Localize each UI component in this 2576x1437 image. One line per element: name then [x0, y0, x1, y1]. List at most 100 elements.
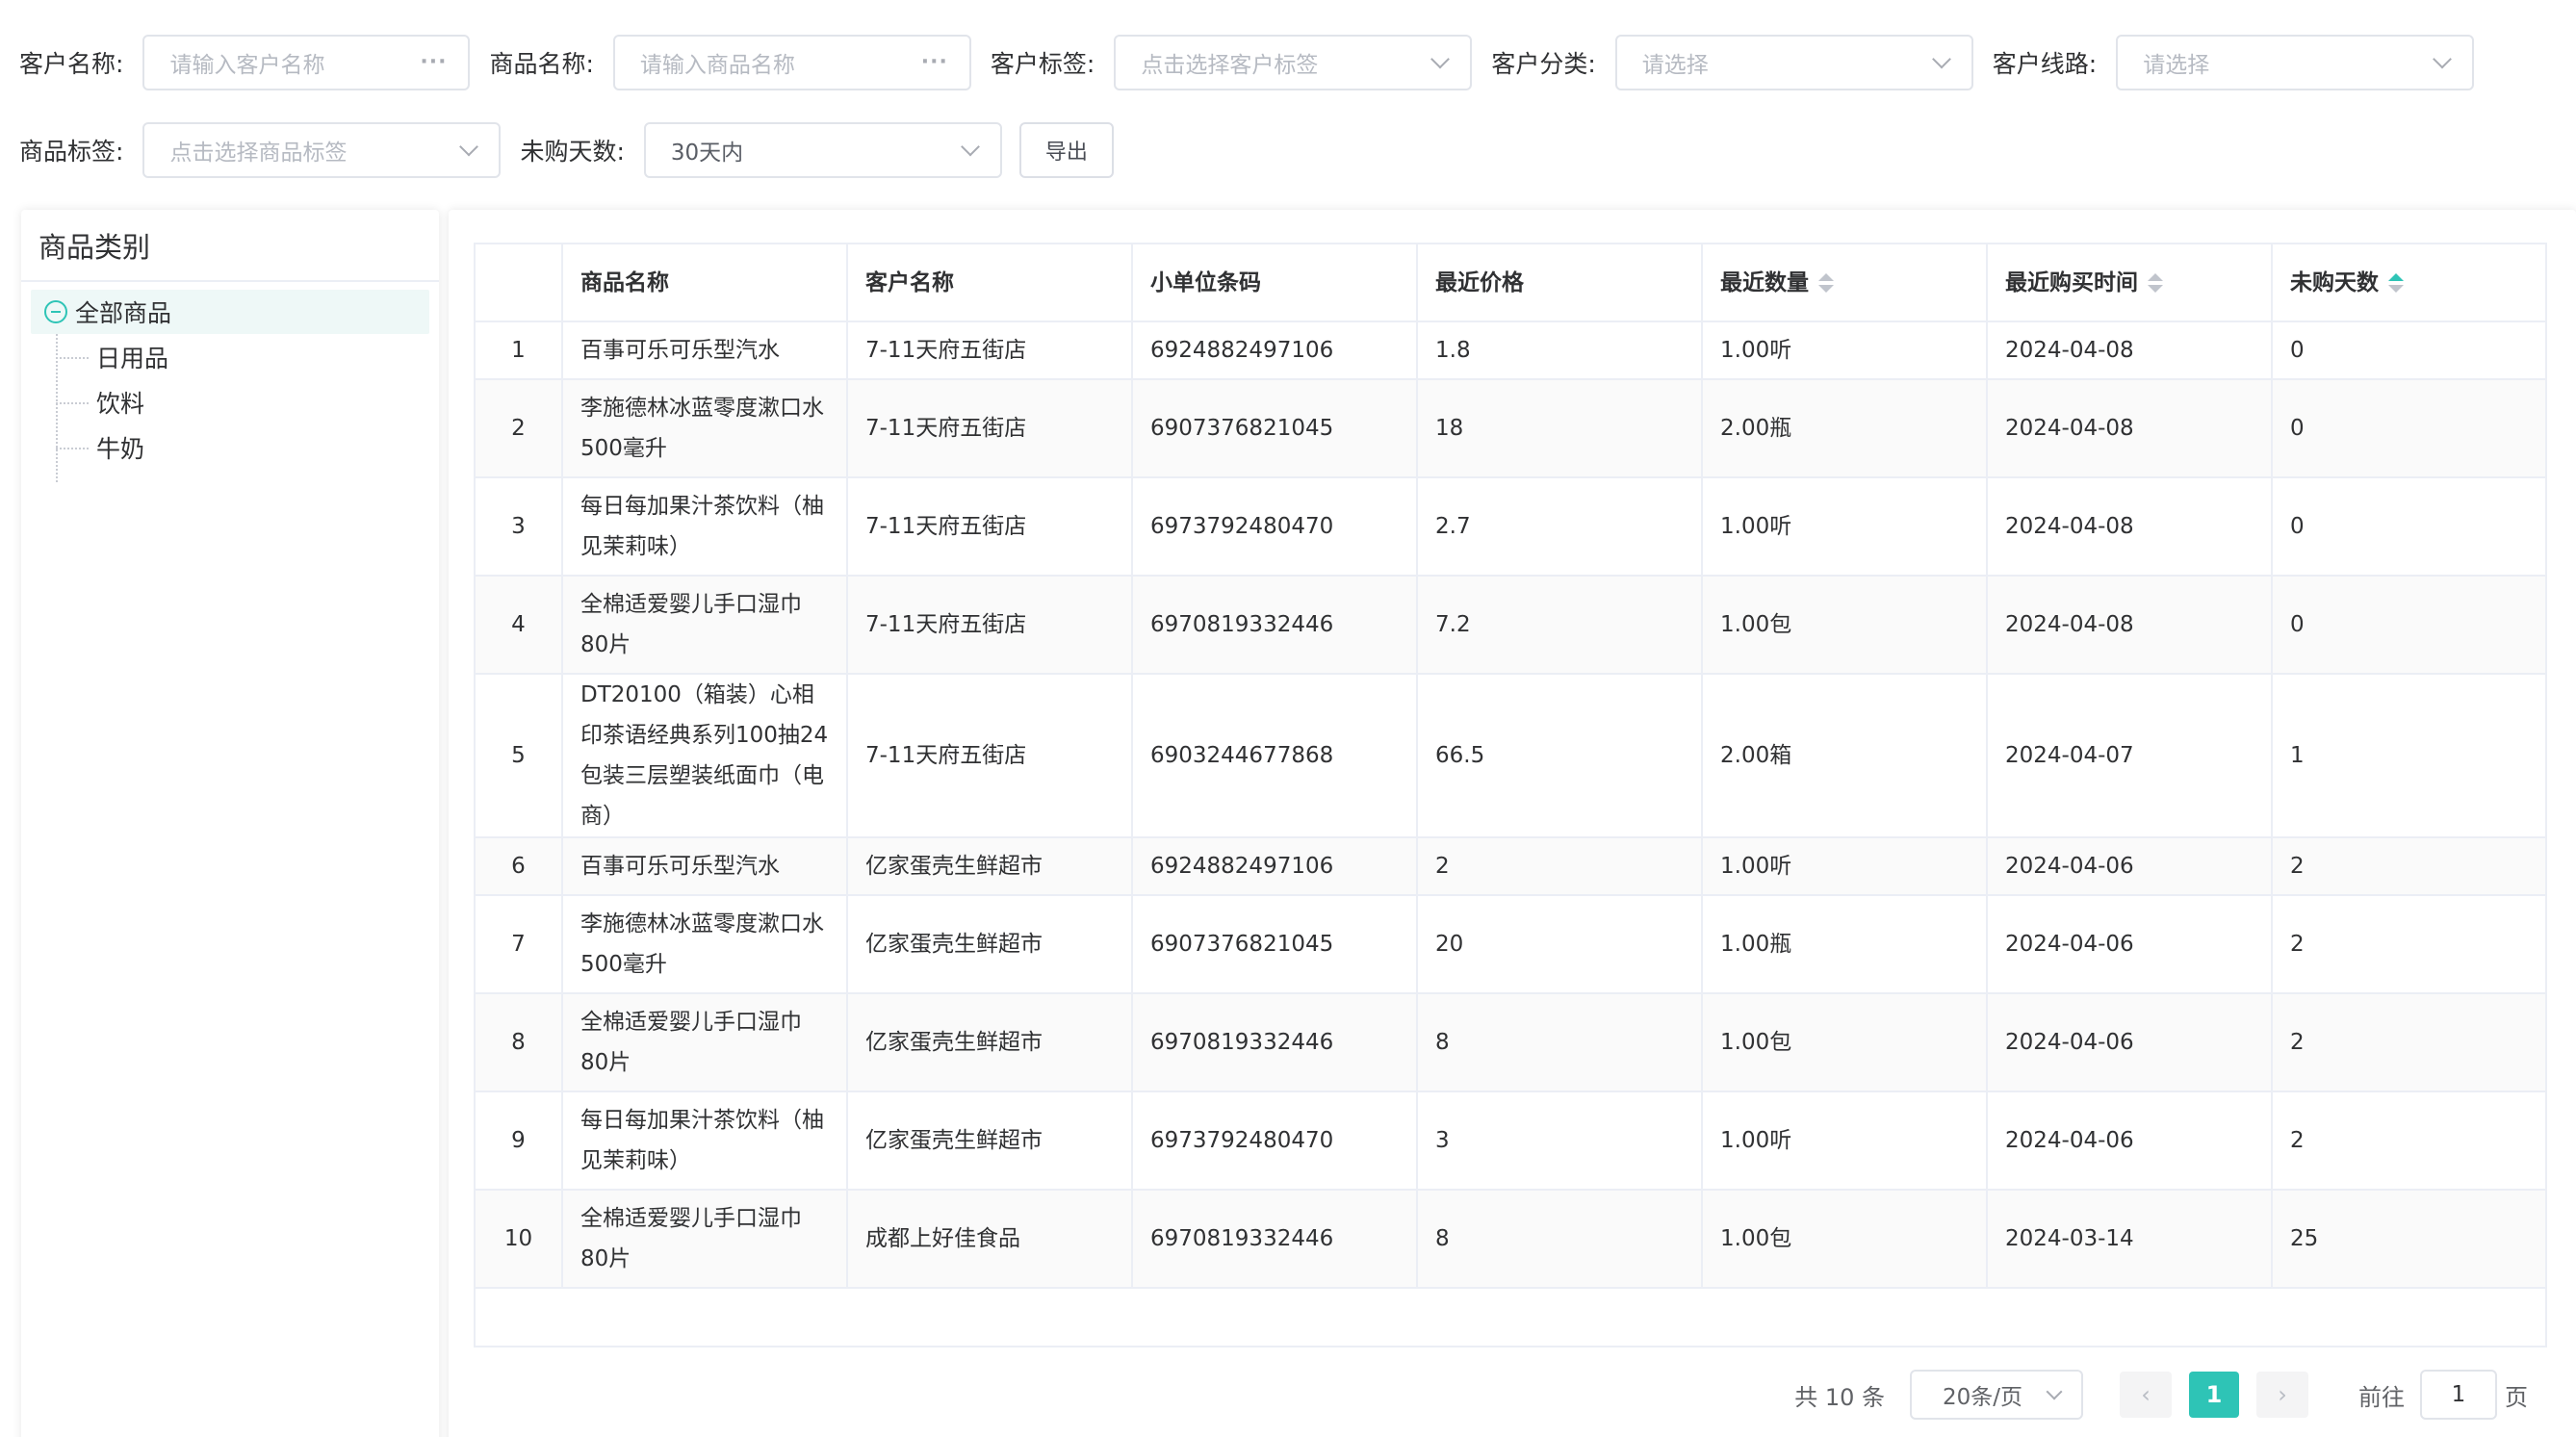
page-size-select[interactable]: 20条/页	[1910, 1370, 2083, 1420]
cell-barcode: 6907376821045	[1132, 895, 1418, 994]
cell-price: 2	[1417, 837, 1703, 896]
cell-price: 18	[1417, 379, 1703, 478]
row-index: 9	[476, 1091, 563, 1191]
table-row[interactable]: 10 全棉适爱婴儿手口湿巾80片 成都上好佳食品 6970819332446 8 1.00…	[476, 1190, 2545, 1289]
table-row[interactable]: 4 全棉适爱婴儿手口湿巾80片 7-11天府五街店 6970819332446 7.2 1…	[476, 576, 2545, 675]
table-row[interactable]: 8 全棉适爱婴儿手口湿巾80片 亿家蛋壳生鲜超市 6970819332446 8 1.00…	[476, 993, 2545, 1092]
cell-qty: 2.00箱	[1702, 674, 1988, 838]
table-row[interactable]: 6 百事可乐可乐型汽水 亿家蛋壳生鲜超市 6924882497106 2 1.00听 202…	[476, 837, 2545, 896]
tree-children: 日用品 饮料 牛奶	[56, 334, 429, 482]
cell-date: 2024-04-06	[1987, 895, 2273, 994]
customer-tag-label: 客户标签:	[990, 50, 1095, 78]
col-recent-date[interactable]: 最近购买时间	[1987, 244, 2273, 322]
more-icon[interactable]: ···	[420, 52, 447, 73]
cell-price: 8	[1417, 993, 1703, 1092]
cell-customer-name: 亿家蛋壳生鲜超市	[847, 837, 1133, 896]
cell-customer-name: 亿家蛋壳生鲜超市	[847, 895, 1133, 994]
prev-page-button[interactable]: ‹	[2120, 1372, 2172, 1418]
tree-node[interactable]: 饮料	[56, 379, 429, 424]
customer-category-select[interactable]: 请选择	[1614, 35, 1973, 90]
col-barcode: 小单位条码	[1132, 244, 1418, 322]
cell-customer-name: 7-11天府五街店	[847, 576, 1133, 675]
customer-tag-select[interactable]: 点击选择客户标签	[1114, 35, 1473, 90]
cell-product-name: 百事可乐可乐型汽水	[562, 837, 848, 896]
customer-name-input[interactable]: 请输入客户名称 ···	[142, 35, 471, 90]
filter-row-2: 商品标签: 点击选择商品标签 未购天数: 30天内 导出	[19, 122, 2576, 178]
tree-node-label: 全部商品	[75, 299, 172, 327]
goto-suffix: 页	[2505, 1383, 2528, 1411]
cell-days: 0	[2272, 321, 2545, 380]
collapse-icon[interactable]	[44, 300, 67, 323]
col-product-name: 商品名称	[562, 244, 848, 322]
cell-price: 2.7	[1417, 477, 1703, 577]
chevron-left-icon: ‹	[2141, 1381, 2151, 1408]
chevron-down-icon	[2433, 49, 2453, 69]
cell-customer-name: 亿家蛋壳生鲜超市	[847, 993, 1133, 1092]
customer-name-placeholder: 请输入客户名称	[169, 53, 325, 78]
cell-barcode: 6924882497106	[1132, 321, 1418, 380]
table-row[interactable]: 1 百事可乐可乐型汽水 7-11天府五街店 6924882497106 1.8 1.00听…	[476, 321, 2545, 380]
cell-price: 8	[1417, 1190, 1703, 1289]
cell-days: 0	[2272, 379, 2545, 478]
row-index: 10	[476, 1190, 563, 1289]
data-table-wrapper: 商品名称 客户名称 小单位条码 最近价格 最近数量 最近购买时间 未购天数 1百…	[474, 243, 2547, 1347]
category-panel: 商品类别 全部商品 日用品 饮料 牛奶	[21, 210, 439, 1437]
sort-asc-active-icon[interactable]	[2388, 273, 2404, 293]
table-row[interactable]: 3 每日每加果汁茶饮料（柚见茉莉味） 7-11天府五街店 6973792480470 2…	[476, 477, 2545, 577]
col-days-unpurchased[interactable]: 未购天数	[2272, 244, 2545, 322]
cell-barcode: 6924882497106	[1132, 837, 1418, 896]
col-index	[476, 244, 563, 322]
table-row[interactable]: 2 李施德林冰蓝零度漱口水 500毫升 7-11天府五街店 6907376821045…	[476, 379, 2545, 478]
days-select[interactable]: 30天内	[643, 122, 1002, 178]
table-header-row: 商品名称 客户名称 小单位条码 最近价格 最近数量 最近购买时间 未购天数	[476, 244, 2545, 322]
customer-route-label: 客户线路:	[1992, 50, 2098, 78]
cell-qty: 1.00听	[1702, 837, 1988, 896]
customer-category-label: 客户分类:	[1491, 50, 1596, 78]
cell-days: 0	[2272, 477, 2545, 577]
page-size-value: 20条/页	[1943, 1385, 2023, 1410]
chevron-down-icon	[960, 137, 980, 157]
cell-customer-name: 亿家蛋壳生鲜超市	[847, 1091, 1133, 1191]
cell-barcode: 6903244677868	[1132, 674, 1418, 838]
chevron-right-icon: ›	[2278, 1381, 2287, 1408]
goto-page-input[interactable]: 1	[2420, 1370, 2497, 1420]
next-page-button[interactable]: ›	[2256, 1372, 2308, 1418]
table-row[interactable]: 5 DT20100（箱装）心相印茶语经典系列100抽24包装三层塑装纸面巾（电商）…	[476, 674, 2545, 838]
days-value: 30天内	[670, 141, 744, 166]
tree-node[interactable]: 牛奶	[56, 424, 429, 470]
cell-price: 20	[1417, 895, 1703, 994]
table-row[interactable]: 9 每日每加果汁茶饮料（柚见茉莉味） 亿家蛋壳生鲜超市 6973792480470 3 1…	[476, 1091, 2545, 1191]
tree-node[interactable]: 日用品	[56, 334, 429, 379]
cell-product-name: 每日每加果汁茶饮料（柚见茉莉味）	[562, 477, 848, 577]
page-number-current[interactable]: 1	[2189, 1372, 2239, 1418]
row-index: 3	[476, 477, 563, 577]
row-index: 5	[476, 674, 563, 838]
sort-icon[interactable]	[2148, 273, 2163, 293]
cell-product-name: 全棉适爱婴儿手口湿巾80片	[562, 1190, 848, 1289]
tree-node-all[interactable]: 全部商品	[31, 290, 429, 334]
cell-date: 2024-04-07	[1987, 674, 2273, 838]
more-icon[interactable]: ···	[921, 52, 948, 73]
category-panel-title: 商品类别	[21, 210, 439, 282]
row-index: 7	[476, 895, 563, 994]
product-tag-select[interactable]: 点击选择商品标签	[142, 122, 502, 178]
cell-product-name: 百事可乐可乐型汽水	[562, 321, 848, 380]
chevron-down-icon	[2046, 1383, 2063, 1400]
product-name-input[interactable]: 请输入商品名称 ···	[612, 35, 971, 90]
cell-product-name: 全棉适爱婴儿手口湿巾80片	[562, 993, 848, 1092]
sort-icon[interactable]	[1818, 273, 1834, 293]
row-index: 6	[476, 837, 563, 896]
cell-qty: 1.00听	[1702, 321, 1988, 380]
cell-barcode: 6973792480470	[1132, 477, 1418, 577]
table-row[interactable]: 7 李施德林冰蓝零度漱口水 500毫升 亿家蛋壳生鲜超市 6907376821045 2…	[476, 895, 2545, 994]
customer-tag-placeholder: 点击选择客户标签	[1141, 53, 1319, 78]
product-tag-placeholder: 点击选择商品标签	[169, 141, 348, 166]
cell-barcode: 6970819332446	[1132, 576, 1418, 675]
cell-days: 2	[2272, 895, 2545, 994]
col-recent-qty[interactable]: 最近数量	[1702, 244, 1988, 322]
cell-days: 2	[2272, 993, 2545, 1092]
col-customer-name: 客户名称	[847, 244, 1133, 322]
export-button[interactable]: 导出	[1018, 122, 1114, 178]
row-index: 1	[476, 321, 563, 380]
customer-route-select[interactable]: 请选择	[2116, 35, 2475, 90]
